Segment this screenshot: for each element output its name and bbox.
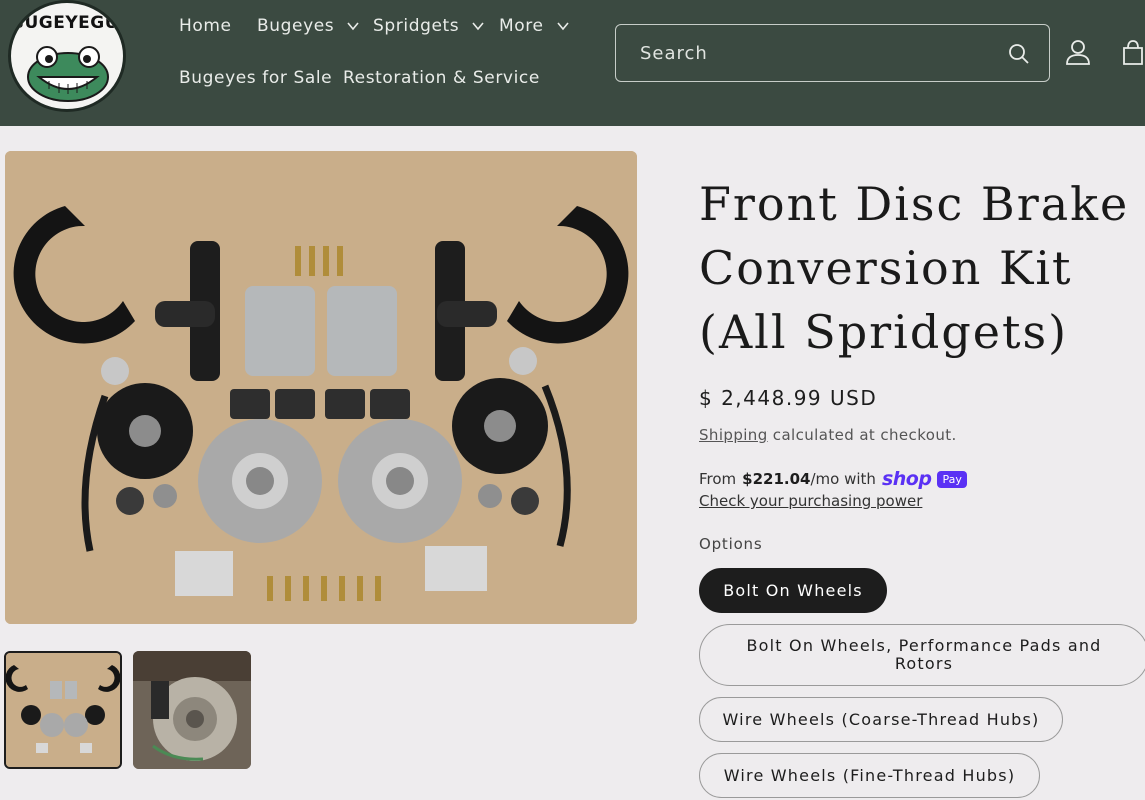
nav-restoration-service-label: Restoration & Service <box>343 68 540 88</box>
logo-text: BUGEYEGUYS <box>11 13 123 33</box>
nav-home-label: Home <box>179 16 232 36</box>
installments-suffix: /mo with <box>810 470 876 488</box>
option-wire-wheels-fine[interactable]: Wire Wheels (Fine-Thread Hubs) <box>699 753 1040 798</box>
option-label: Bolt On Wheels <box>723 580 863 600</box>
chevron-down-icon <box>556 22 569 31</box>
options-label: Options <box>699 535 763 553</box>
nav-restoration-service[interactable]: Restoration & Service <box>343 68 540 88</box>
nav-bugeyes[interactable]: Bugeyes <box>257 16 360 36</box>
site-header: BUGEYEGUYS Home Bugeyes Spridgets More B… <box>0 0 1145 126</box>
option-label: Wire Wheels (Fine-Thread Hubs) <box>723 765 1016 785</box>
shipping-text: calculated at checkout. <box>767 426 957 444</box>
product-price: $ 2,448.99 USD <box>699 386 878 410</box>
frog-car-logo-icon <box>27 46 109 102</box>
nav-bugeyes-for-sale[interactable]: Bugeyes for Sale <box>179 68 332 88</box>
pay-badge: Pay <box>937 470 967 488</box>
option-bolt-on-wheels[interactable]: Bolt On Wheels <box>699 568 887 613</box>
nav-bugeyes-label: Bugeyes <box>257 16 335 36</box>
nav-home[interactable]: Home <box>179 16 232 36</box>
search-input[interactable] <box>640 39 990 67</box>
account-icon[interactable] <box>1064 38 1092 66</box>
option-label: Bolt On Wheels, Performance Pads and Rot… <box>746 636 1102 673</box>
nav-bugeyes-for-sale-label: Bugeyes for Sale <box>179 68 333 88</box>
thumbnail-2-image <box>133 651 251 769</box>
installments-line: From $221.04 /mo with shop Pay <box>699 468 967 490</box>
installments-amount: $221.04 <box>742 470 811 488</box>
shipping-link[interactable]: Shipping <box>699 426 768 444</box>
product-title: Front Disc Brake Conversion Kit (All Spr… <box>699 177 1130 359</box>
installments-from: From <box>699 470 737 488</box>
nav-more-label: More <box>499 16 544 36</box>
cart-icon[interactable] <box>1118 38 1145 66</box>
option-wire-wheels-coarse[interactable]: Wire Wheels (Coarse-Thread Hubs) <box>699 697 1063 742</box>
shop-pay-logo: shop <box>881 468 932 490</box>
brake-kit-photo <box>5 151 637 624</box>
search-box <box>615 24 1050 82</box>
chevron-down-icon <box>347 22 359 31</box>
thumbnail-1-image <box>6 653 120 767</box>
nav-spridgets[interactable]: Spridgets <box>373 16 485 36</box>
search-icon[interactable] <box>1007 42 1031 66</box>
product-main-image[interactable] <box>5 151 637 624</box>
thumbnail-1[interactable] <box>4 651 122 769</box>
option-bolt-on-performance[interactable]: Bolt On Wheels, Performance Pads and Rot… <box>699 624 1145 686</box>
nav-spridgets-label: Spridgets <box>373 16 460 36</box>
chevron-down-icon <box>472 22 484 31</box>
option-label: Wire Wheels (Coarse-Thread Hubs) <box>722 709 1040 729</box>
thumbnail-2[interactable] <box>133 651 251 769</box>
check-purchasing-power-link[interactable]: Check your purchasing power <box>699 492 922 510</box>
site-logo[interactable]: BUGEYEGUYS <box>8 0 126 112</box>
nav-more[interactable]: More <box>499 16 570 36</box>
shipping-note: Shipping calculated at checkout. <box>699 426 957 444</box>
